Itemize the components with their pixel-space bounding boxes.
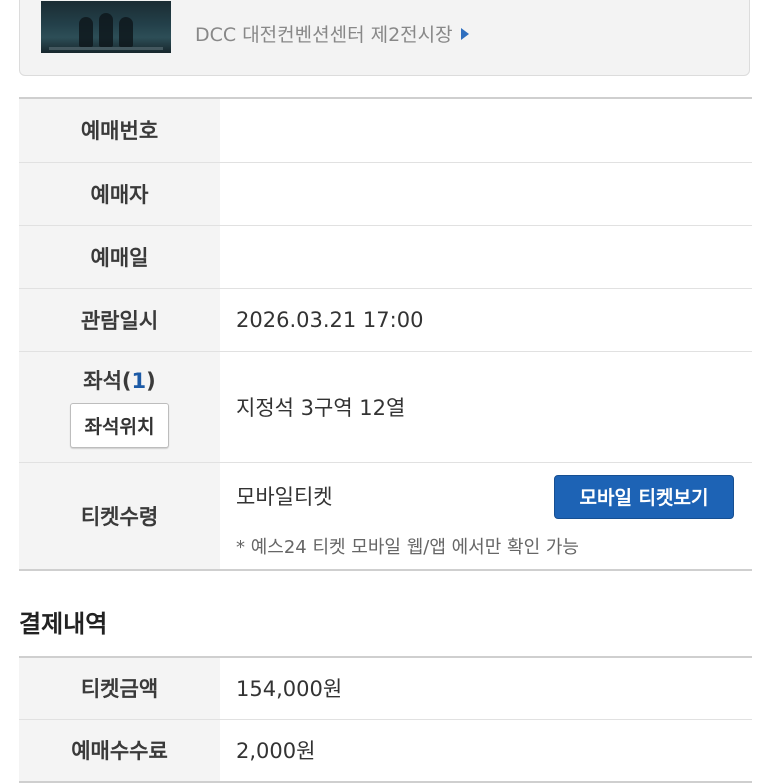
chevron-right-icon [460, 27, 469, 40]
ticket-pickup-label: 티켓수령 [19, 462, 220, 571]
venue-link[interactable]: DCC 대전컨벤션센터 제2전시장 [195, 20, 469, 47]
booker-value [220, 162, 752, 226]
seat-count: 1 [131, 369, 147, 393]
booking-info-table: 예매번호 예매자 예매일 관람일시 2026.03.21 17:00 좌석(1)… [19, 97, 752, 571]
table-row: 예매번호 [19, 97, 752, 163]
payment-section-title: 결제내역 [19, 610, 108, 638]
seat-location-button[interactable]: 좌석위치 [69, 403, 170, 448]
table-row: 티켓수령 모바일티켓 모바일 티켓보기 * 예스24 티켓 모바일 웹/앱 에서… [19, 462, 752, 571]
payment-info-table: 티켓금액 154,000원 예매수수료 2,000원 [19, 656, 752, 783]
seat-label: 좌석(1) [83, 369, 156, 393]
ticket-note: * 예스24 티켓 모바일 웹/앱 에서만 확인 가능 [236, 536, 579, 558]
booking-fee-value: 2,000원 [220, 719, 752, 783]
venue-name: DCC 대전컨벤션센터 제2전시장 [195, 24, 453, 46]
booking-date-value [220, 225, 752, 289]
ticket-price-value: 154,000원 [220, 656, 752, 720]
table-row: 관람일시 2026.03.21 17:00 [19, 288, 752, 352]
viewing-datetime-label: 관람일시 [19, 288, 220, 352]
ticket-pickup-cell: 모바일티켓 모바일 티켓보기 * 예스24 티켓 모바일 웹/앱 에서만 확인 … [220, 462, 752, 571]
view-mobile-ticket-button[interactable]: 모바일 티켓보기 [554, 474, 734, 519]
booking-number-label: 예매번호 [19, 97, 220, 163]
viewing-datetime-value: 2026.03.21 17:00 [220, 288, 752, 352]
ticket-price-label: 티켓금액 [19, 656, 220, 720]
booking-date-label: 예매일 [19, 225, 220, 289]
booker-label: 예매자 [19, 162, 220, 226]
event-poster-image[interactable] [41, 1, 171, 53]
table-row: 예매일 [19, 225, 752, 289]
table-row: 티켓금액 154,000원 [19, 656, 752, 720]
table-row: 좌석(1) 좌석위치 지정석 3구역 12열 [19, 351, 752, 463]
seat-value: 지정석 3구역 12열 [220, 351, 752, 463]
table-row: 예매수수료 2,000원 [19, 719, 752, 783]
ticket-type: 모바일티켓 [236, 484, 333, 509]
table-row: 예매자 [19, 162, 752, 226]
booking-number-value [220, 97, 752, 163]
booking-fee-label: 예매수수료 [19, 719, 220, 783]
seat-header: 좌석(1) 좌석위치 [19, 351, 220, 463]
event-summary-card: DCC 대전컨벤션센터 제2전시장 [19, 0, 750, 76]
